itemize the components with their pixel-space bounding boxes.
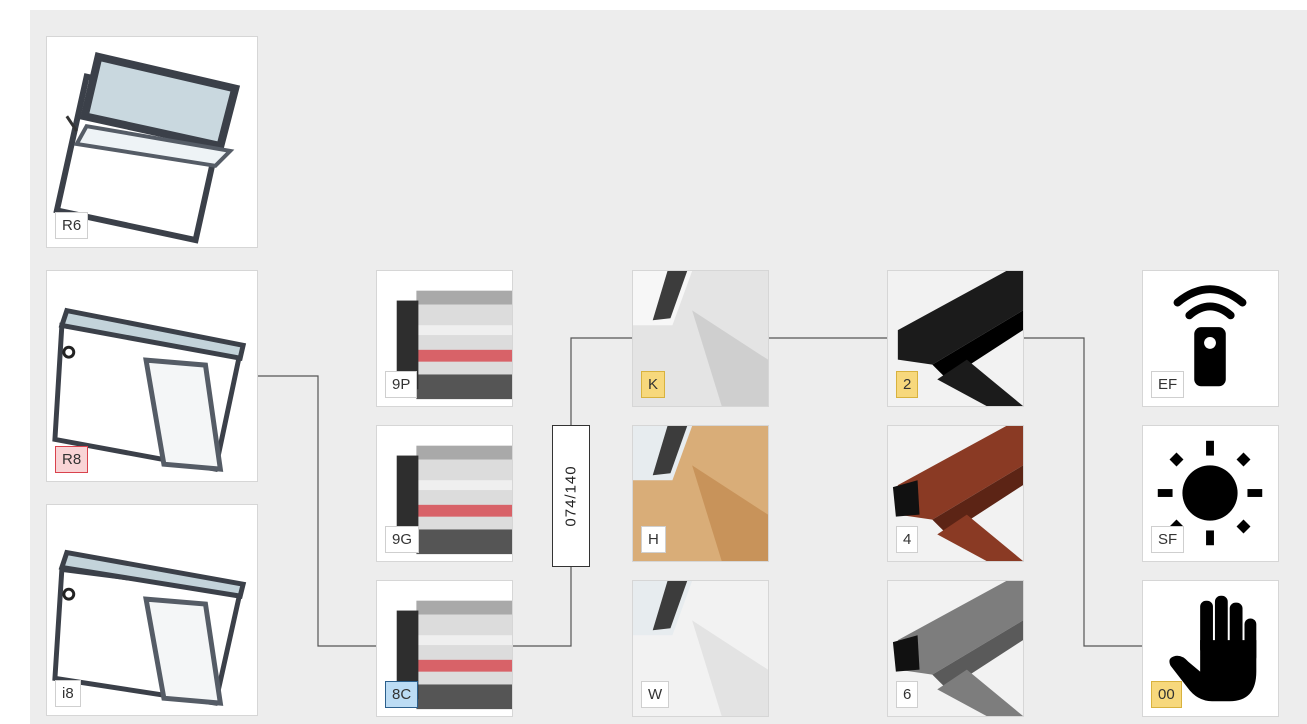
glazing-label: 8C: [385, 681, 419, 708]
flashing-color-card-6[interactable]: 6: [887, 580, 1024, 717]
control-label: 00: [1151, 681, 1182, 708]
control-label: SF: [1151, 526, 1185, 553]
flashing-color-card-2[interactable]: 2: [887, 270, 1024, 407]
frame-finish-label: H: [641, 526, 666, 553]
frame-finish-label: K: [641, 371, 666, 398]
window-type-label: R6: [55, 212, 89, 239]
control-card-ef[interactable]: EF: [1142, 270, 1279, 407]
window-type-label: i8: [55, 680, 81, 707]
flashing-color-label: 6: [896, 681, 919, 708]
flashing-color-label: 2: [896, 371, 919, 398]
frame-finish-card-k[interactable]: K: [632, 270, 769, 407]
flashing-color-label: 4: [896, 526, 919, 553]
frame-finish-card-w[interactable]: W: [632, 580, 769, 717]
window-type-card-r6[interactable]: R6: [46, 36, 258, 248]
frame-finish-card-h[interactable]: H: [632, 425, 769, 562]
glazing-card-9g[interactable]: 9G: [376, 425, 513, 562]
control-card-sf[interactable]: SF: [1142, 425, 1279, 562]
control-label: EF: [1151, 371, 1185, 398]
glazing-card-8c[interactable]: 8C: [376, 580, 513, 717]
glazing-card-9p[interactable]: 9P: [376, 270, 513, 407]
window-type-label: R8: [55, 446, 89, 473]
window-type-card-i8[interactable]: i8: [46, 504, 258, 716]
size-label: 074/140: [562, 465, 580, 527]
size-box: 074/140: [552, 425, 590, 567]
frame-finish-label: W: [641, 681, 670, 708]
glazing-label: 9P: [385, 371, 418, 398]
control-card-00[interactable]: 00: [1142, 580, 1279, 717]
glazing-label: 9G: [385, 526, 420, 553]
window-type-card-r8[interactable]: R8: [46, 270, 258, 482]
flashing-color-card-4[interactable]: 4: [887, 425, 1024, 562]
